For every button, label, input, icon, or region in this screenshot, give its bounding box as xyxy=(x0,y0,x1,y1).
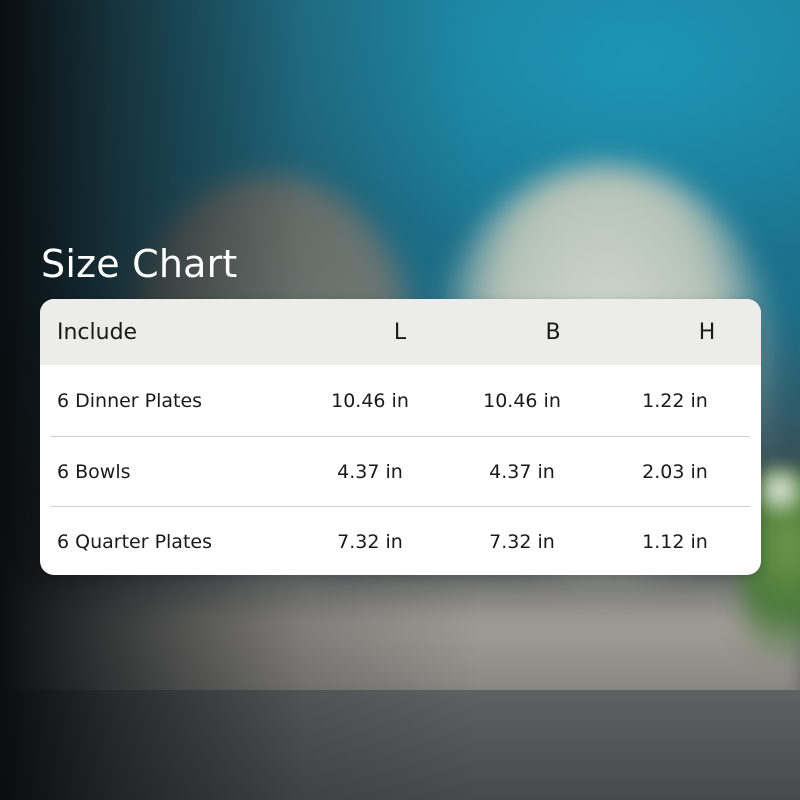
item-name: 6 Bowls xyxy=(57,461,131,483)
length-value: 4.37 in xyxy=(337,461,403,483)
size-table: Include L B H 6 Dinner Plates 10.46 in 1… xyxy=(40,299,761,575)
table-row: 6 Quarter Plates 7.32 in 7.32 in 1.12 in xyxy=(40,507,761,575)
height-value: 2.03 in xyxy=(642,461,708,483)
header-include: Include xyxy=(57,319,138,345)
item-name: 6 Quarter Plates xyxy=(57,531,212,553)
breadth-value: 10.46 in xyxy=(483,390,561,412)
table-row: 6 Bowls 4.37 in 4.37 in 2.03 in xyxy=(40,437,761,507)
header-height: H xyxy=(698,319,716,345)
header-breadth: B xyxy=(545,319,561,345)
page-title: Size Chart xyxy=(41,242,238,286)
length-value: 10.46 in xyxy=(331,390,409,412)
height-value: 1.22 in xyxy=(642,390,708,412)
table-row: 6 Dinner Plates 10.46 in 10.46 in 1.22 i… xyxy=(40,365,761,437)
breadth-value: 7.32 in xyxy=(489,531,555,553)
table-header-row: Include L B H xyxy=(40,299,761,365)
breadth-value: 4.37 in xyxy=(489,461,555,483)
header-length: L xyxy=(393,319,407,345)
item-name: 6 Dinner Plates xyxy=(57,390,203,412)
height-value: 1.12 in xyxy=(642,531,708,553)
length-value: 7.32 in xyxy=(337,531,403,553)
